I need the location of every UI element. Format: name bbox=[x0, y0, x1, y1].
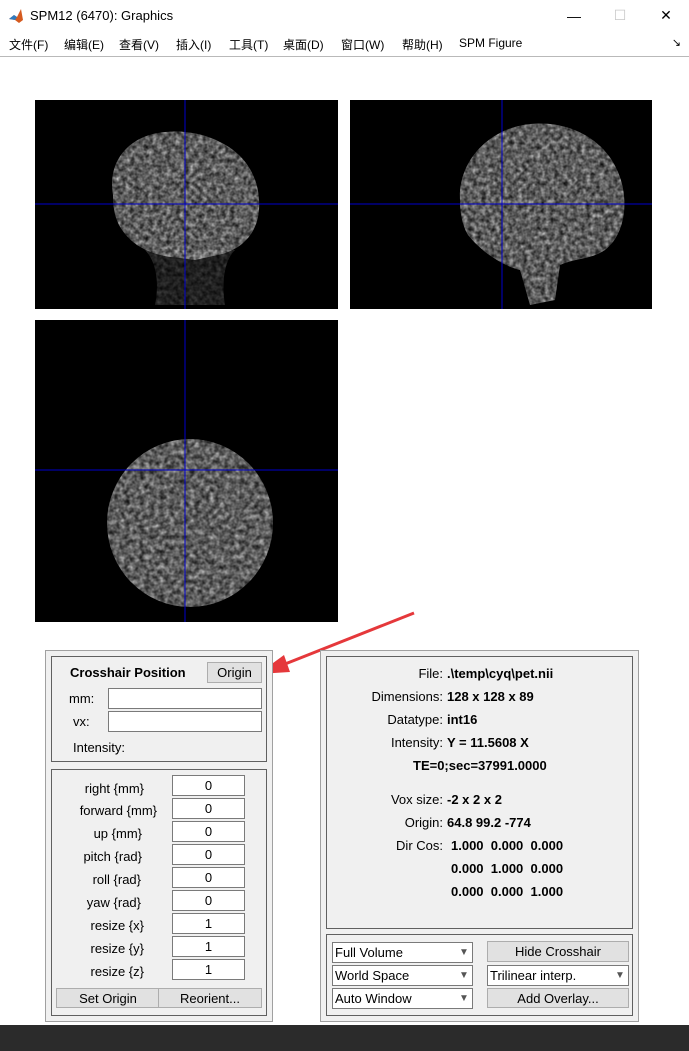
add-overlay-button[interactable]: Add Overlay... bbox=[487, 988, 629, 1008]
origin-label: Origin: bbox=[404, 815, 443, 830]
vx-field[interactable] bbox=[108, 711, 262, 732]
interpolation-select[interactable]: Trilinear interp. ▼ bbox=[487, 965, 629, 986]
volume-select[interactable]: Full Volume ▼ bbox=[332, 942, 473, 963]
yaw-field[interactable]: 0 bbox=[172, 890, 245, 911]
menu-help[interactable]: 帮助(H) bbox=[402, 36, 443, 53]
dircos-label: Dir Cos: bbox=[396, 838, 443, 853]
pitch-field[interactable]: 0 bbox=[172, 844, 245, 865]
set-origin-button[interactable]: Set Origin bbox=[56, 988, 160, 1008]
te-value: TE=0;sec=37991.0000 bbox=[413, 758, 547, 773]
chevron-down-icon: ▼ bbox=[459, 947, 469, 958]
hide-crosshair-button[interactable]: Hide Crosshair bbox=[487, 941, 629, 962]
file-value: .\temp\cyq\pet.nii bbox=[447, 666, 554, 681]
interpolation-select-value: Trilinear interp. bbox=[490, 968, 577, 983]
space-select[interactable]: World Space ▼ bbox=[332, 965, 473, 986]
resize-y-field[interactable]: 1 bbox=[172, 936, 245, 957]
roll-label: roll {rad} bbox=[92, 872, 141, 887]
resize-x-field[interactable]: 1 bbox=[172, 913, 245, 934]
resize-y-label: resize {y} bbox=[90, 941, 144, 956]
menu-spm-figure[interactable]: SPM Figure bbox=[459, 36, 522, 50]
intensity-label: Intensity: bbox=[73, 740, 126, 755]
pitch-label: pitch {rad} bbox=[83, 849, 142, 864]
right-label: right {mm} bbox=[84, 781, 144, 796]
matlab-icon[interactable] bbox=[8, 8, 24, 24]
roll-field[interactable]: 0 bbox=[172, 867, 245, 888]
minimize-button[interactable]: — bbox=[551, 0, 597, 31]
chevron-down-icon: ▼ bbox=[459, 993, 469, 1004]
dircos-row-2: 0.000 1.000 0.000 bbox=[451, 861, 564, 876]
title-bar: SPM12 (6470): Graphics — ☐ ✕ bbox=[0, 0, 689, 31]
dircos-row-3: 0.000 0.000 1.000 bbox=[451, 884, 564, 899]
menu-desktop[interactable]: 桌面(D) bbox=[283, 36, 324, 53]
intensity-info-value: Y = 11.5608 X bbox=[447, 735, 529, 750]
coronal-view[interactable] bbox=[35, 100, 338, 309]
reorient-panel: right {mm} 0 forward {mm} 0 up {mm} 0 pi… bbox=[51, 769, 267, 1016]
forward-label: forward {mm} bbox=[79, 803, 157, 818]
chevron-down-icon: ▼ bbox=[459, 970, 469, 981]
menu-insert[interactable]: 插入(I) bbox=[176, 36, 211, 53]
dock-icon[interactable]: ↘ bbox=[672, 36, 681, 49]
dircos-row-1: 1.000 0.000 0.000 bbox=[451, 838, 564, 853]
crosshair-position-panel: Crosshair Position Origin mm: vx: Intens… bbox=[51, 656, 267, 762]
volume-select-value: Full Volume bbox=[335, 945, 403, 960]
resize-x-label: resize {x} bbox=[90, 918, 144, 933]
right-field[interactable]: 0 bbox=[172, 775, 245, 796]
menu-window[interactable]: 窗口(W) bbox=[341, 36, 384, 53]
up-field[interactable]: 0 bbox=[172, 821, 245, 842]
space-select-value: World Space bbox=[335, 968, 410, 983]
window-select[interactable]: Auto Window ▼ bbox=[332, 988, 473, 1009]
window-title: SPM12 (6470): Graphics bbox=[30, 8, 174, 23]
taskbar bbox=[0, 1025, 689, 1051]
intensity-info-label: Intensity: bbox=[390, 735, 443, 750]
chevron-down-icon: ▼ bbox=[615, 970, 625, 981]
sagittal-view[interactable] bbox=[350, 100, 652, 309]
crosshair-title: Crosshair Position bbox=[70, 665, 186, 680]
resize-z-label: resize {z} bbox=[90, 964, 144, 979]
mm-label: mm: bbox=[69, 691, 95, 706]
reorient-button[interactable]: Reorient... bbox=[158, 988, 262, 1008]
up-label: up {mm} bbox=[93, 826, 142, 841]
dimensions-value: 128 x 128 x 89 bbox=[447, 689, 534, 704]
vx-label: vx: bbox=[73, 714, 90, 729]
window-select-value: Auto Window bbox=[335, 991, 412, 1006]
menu-view[interactable]: 查看(V) bbox=[119, 36, 159, 53]
maximize-button[interactable]: ☐ bbox=[597, 0, 643, 31]
menu-edit[interactable]: 编辑(E) bbox=[64, 36, 104, 53]
voxsize-label: Vox size: bbox=[390, 792, 443, 807]
datatype-label: Datatype: bbox=[387, 712, 443, 727]
forward-field[interactable]: 0 bbox=[172, 798, 245, 819]
dimensions-label: Dimensions: bbox=[371, 689, 443, 704]
yaw-label: yaw {rad} bbox=[86, 895, 141, 910]
menu-bar: 文件(F) 编辑(E) 查看(V) 插入(I) 工具(T) 桌面(D) 窗口(W… bbox=[0, 31, 689, 57]
mm-field[interactable] bbox=[108, 688, 262, 709]
origin-button[interactable]: Origin bbox=[207, 662, 262, 683]
menu-file[interactable]: 文件(F) bbox=[9, 36, 48, 53]
origin-value: 64.8 99.2 -774 bbox=[447, 815, 531, 830]
datatype-value: int16 bbox=[447, 712, 478, 727]
file-label: File: bbox=[418, 666, 443, 681]
resize-z-field[interactable]: 1 bbox=[172, 959, 245, 980]
axial-view[interactable] bbox=[35, 320, 338, 622]
close-button[interactable]: ✕ bbox=[643, 0, 689, 31]
image-info-panel: File: .\temp\cyq\pet.nii Dimensions: 128… bbox=[326, 656, 633, 929]
display-controls-panel: Full Volume ▼ World Space ▼ Auto Window … bbox=[326, 934, 633, 1016]
menu-tools[interactable]: 工具(T) bbox=[229, 36, 268, 53]
voxsize-value: -2 x 2 x 2 bbox=[447, 792, 502, 807]
